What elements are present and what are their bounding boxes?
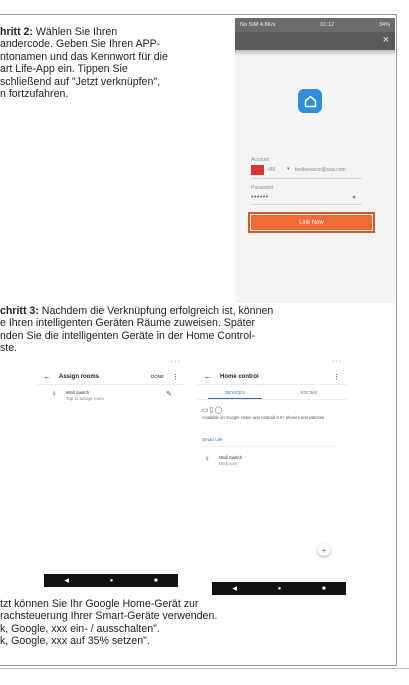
- step3-body: Nachdem die Verknüpfung erfolgreich ist,…: [0, 305, 274, 355]
- screen-title: Assign rooms: [59, 373, 100, 380]
- status-icons: ▪ ▪ ▪: [332, 359, 341, 365]
- edit-pencil-icon[interactable]: ✎: [166, 390, 172, 398]
- tab-bar: DEVICES ROOMS: [198, 385, 346, 400]
- smart-life-logo-icon: [298, 89, 322, 113]
- home-icon: [304, 95, 316, 107]
- more-options-icon[interactable]: ⋮: [333, 373, 340, 381]
- device-row[interactable]: ♀ Wall Switch Bedroom: [204, 455, 242, 467]
- password-label: Password: [251, 185, 273, 191]
- step3-label: chritt 3:: [0, 305, 39, 317]
- device-room: Bedroom: [219, 461, 238, 466]
- status-battery: 34%: [378, 22, 390, 28]
- done-button[interactable]: DONE: [151, 374, 164, 379]
- home-nav-icon[interactable]: ●: [278, 586, 282, 592]
- step2-text: hritt 2: Wählen Sie Ihren andercode. Geb…: [0, 26, 235, 100]
- back-nav-icon[interactable]: ◀: [64, 577, 69, 584]
- android-nav-bar: ◀ ● ■: [212, 582, 346, 595]
- back-nav-icon[interactable]: ◀: [232, 585, 237, 592]
- status-bar: No SIM 4.8K/s 01:12 34%: [235, 18, 395, 32]
- device-text: Wall Switch Tap to assign room: [66, 390, 104, 402]
- add-button[interactable]: +: [318, 544, 330, 556]
- account-input[interactable]: testkenaccn@usa.com: [295, 167, 346, 173]
- status-bar: ▪ ▪ ▪: [37, 355, 185, 369]
- top-header: ×: [235, 32, 395, 50]
- country-code[interactable]: +86: [267, 167, 275, 173]
- password-underline: [251, 204, 362, 205]
- step2-label: hritt 2:: [0, 26, 33, 38]
- back-arrow-icon[interactable]: ←: [204, 372, 212, 381]
- country-flag-icon[interactable]: [251, 165, 264, 175]
- chevron-down-icon[interactable]: ▾: [287, 166, 290, 172]
- recents-nav-icon[interactable]: ■: [154, 578, 158, 584]
- eye-icon[interactable]: ●: [352, 194, 356, 201]
- link-now-button[interactable]: Link Now: [251, 215, 372, 230]
- account-underline: [251, 178, 362, 179]
- step3-text: chritt 3: Nachdem die Verknüpfung erfolg…: [0, 305, 360, 355]
- final-instructions: tzt können Sie Ihr Google Home-Gerät zur…: [0, 598, 218, 648]
- tab-rooms[interactable]: ROOMS: [272, 385, 346, 399]
- device-types-icon: ▭▯◯: [202, 407, 224, 414]
- screen-title: Home control: [220, 373, 259, 380]
- availability-note: Available on Google Home and Android 6.0…: [202, 415, 325, 420]
- device-name: Wall Switch: [66, 390, 90, 395]
- tab-devices[interactable]: DEVICES: [198, 385, 272, 399]
- link-now-highlight: Link Now: [248, 212, 375, 233]
- android-nav-bar: ◀ ● ■: [44, 574, 178, 587]
- header-shadow: [235, 50, 395, 56]
- provider-heading: Smart Life: [202, 437, 223, 442]
- status-icons: ▪ ▪ ▪: [171, 359, 180, 365]
- close-icon[interactable]: ×: [383, 34, 389, 46]
- bulb-icon: ♀: [51, 389, 57, 398]
- device-name: Wall Switch: [219, 455, 243, 460]
- status-carrier: No SIM 4.8K/s: [240, 22, 276, 28]
- account-label: Account: [251, 157, 270, 163]
- back-arrow-icon[interactable]: ←: [43, 372, 51, 381]
- password-input[interactable]: ••••••: [251, 194, 269, 201]
- recents-nav-icon[interactable]: ■: [322, 586, 326, 592]
- section-divider: [202, 446, 338, 447]
- status-time: 01:12: [320, 22, 335, 28]
- bottom-divider: [0, 668, 409, 669]
- app-bar: ← Home control ⋮: [198, 369, 346, 385]
- device-text: Wall Switch Bedroom: [219, 455, 242, 467]
- home-nav-icon[interactable]: ●: [110, 578, 114, 584]
- app-bar: ← Assign rooms DONE ⋮: [37, 369, 185, 385]
- bulb-icon: ♀: [204, 454, 210, 463]
- more-options-icon[interactable]: ⋮: [172, 373, 179, 381]
- device-subtitle: Tap to assign room: [66, 396, 105, 401]
- status-bar: ▪ ▪ ▪: [198, 355, 346, 369]
- device-row[interactable]: ♀ Wall Switch Tap to assign room: [51, 390, 104, 402]
